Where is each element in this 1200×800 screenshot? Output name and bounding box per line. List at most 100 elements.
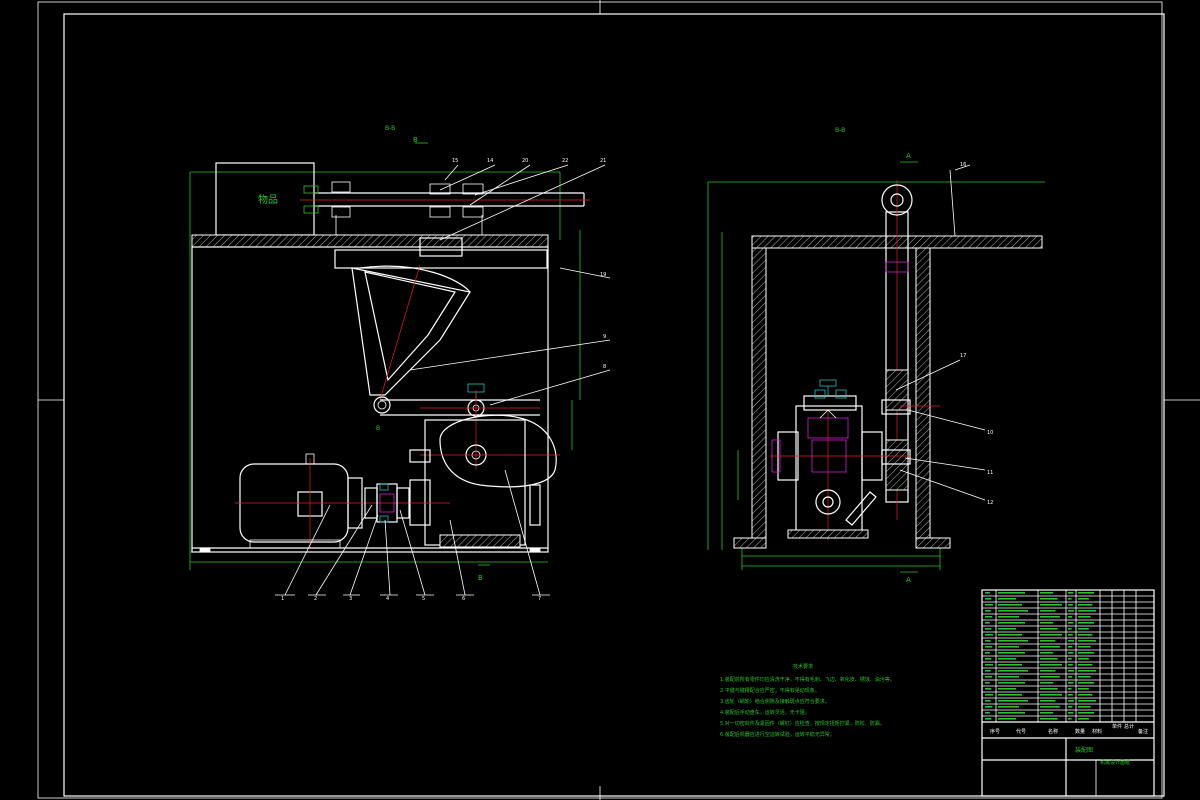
- bom-cell-text: [1078, 718, 1089, 720]
- main-view-label: B-B: [385, 125, 395, 132]
- bom-cell-text: [998, 634, 1022, 636]
- bom-cell-text: [998, 646, 1019, 648]
- bom-cell-text: [1078, 604, 1093, 606]
- bom-cell-text: [1068, 622, 1074, 624]
- bom-cell-text: [1068, 670, 1074, 672]
- bom-cell-text: [1068, 598, 1072, 600]
- bom-cell-text: [985, 622, 990, 624]
- bom-cell-text: [1068, 592, 1074, 594]
- bom-cell-text: [1040, 718, 1058, 720]
- bom-cell-text: [985, 664, 993, 666]
- bom-cell-text: [985, 676, 993, 678]
- bom-cell-text: [1068, 706, 1073, 708]
- bom-cell-text: [1040, 700, 1056, 702]
- callout-19: 19: [600, 272, 606, 278]
- bom-cell-text: [985, 682, 990, 684]
- bom-cell-text: [998, 700, 1028, 702]
- bom-cell-text: [985, 628, 992, 630]
- bom-cell-text: [998, 592, 1025, 594]
- header-code: 代号: [1016, 728, 1026, 735]
- callout-5: 5: [422, 596, 425, 602]
- callout-4: 4: [386, 596, 389, 602]
- bom-cell-text: [985, 670, 991, 672]
- bom-cell-text: [1040, 604, 1062, 606]
- bom-cell-text: [1078, 682, 1095, 684]
- bom-cell-text: [1068, 628, 1072, 630]
- bom-cell-text: [1068, 694, 1073, 696]
- company-name: 机械设计图纸: [1100, 759, 1130, 766]
- bom-cell-text: [1068, 634, 1073, 636]
- bom-cell-text: [1078, 706, 1091, 708]
- bom-cell-text: [1040, 652, 1054, 654]
- tech-title: 技术要求: [793, 663, 813, 670]
- tech-note-1: 1.装配前所有零件均应清洗干净，不得有毛刺、飞边、氧化皮、锈蚀、油污等。: [720, 676, 895, 683]
- bom-cell-text: [998, 598, 1016, 600]
- bom-cell-text: [1040, 646, 1060, 648]
- header-unit: 单件: [1112, 723, 1122, 730]
- callout-22: 22: [562, 158, 568, 164]
- callout-3: 3: [349, 596, 352, 602]
- bom-cell-text: [1078, 634, 1093, 636]
- callout-9: 9: [603, 334, 606, 340]
- bom-cell-text: [1040, 712, 1054, 714]
- bom-cell-text: [998, 682, 1025, 684]
- section-view: B-B A A 16 17 10 11 12: [707, 127, 1045, 584]
- bom-cell-text: [1078, 622, 1095, 624]
- bom-cell-text: [998, 712, 1025, 714]
- bom-cell-text: [1068, 652, 1074, 654]
- callout-16: 16: [960, 162, 966, 168]
- bom-cell-text: [1078, 610, 1096, 612]
- bom-cell-text: [1068, 640, 1074, 642]
- bom-cell-text: [1040, 670, 1056, 672]
- bom-cell-text: [1040, 610, 1056, 612]
- bom-cell-text: [998, 688, 1016, 690]
- bom-cell-text: [985, 640, 991, 642]
- bom-cell-text: [1078, 616, 1091, 618]
- bom-cell-text: [1078, 670, 1096, 672]
- bom-cell-text: [1068, 604, 1073, 606]
- tech-note-4: 4.装配后手动盘车，运转灵活，无卡阻。: [720, 709, 810, 716]
- bom-cell-text: [1040, 682, 1054, 684]
- bom-cell-text: [1068, 664, 1073, 666]
- bom-cell-text: [985, 592, 990, 594]
- bom-cell-text: [1068, 718, 1072, 720]
- bom-cell-text: [1078, 688, 1089, 690]
- bom-cell-text: [985, 616, 993, 618]
- tech-note-2: 2.平键与键槽配合应严密，不得有晃动现象。: [720, 687, 820, 694]
- bom-cell-text: [998, 622, 1025, 624]
- callout-1: 1: [281, 596, 284, 602]
- bom-cell-text: [985, 604, 993, 606]
- bom-cell-text: [985, 712, 990, 714]
- bom-cell-text: [1040, 664, 1062, 666]
- header-index: 序号: [990, 728, 1000, 735]
- bom-cell-text: [1040, 688, 1058, 690]
- bom-cell-text: [1078, 676, 1091, 678]
- bom-cell-text: [1068, 646, 1073, 648]
- bom-cell-text: [985, 598, 992, 600]
- callout-12: 12: [987, 500, 993, 506]
- bom-cell-text: [1040, 694, 1062, 696]
- bom-cell-text: [1068, 610, 1074, 612]
- bom-cell-text: [998, 706, 1019, 708]
- tech-note-5: 5.对一切密封件及紧固件（螺钉）应检查，按规定扭矩拧紧，防松、防漏。: [720, 720, 885, 727]
- bom-cell-text: [998, 604, 1022, 606]
- bom-cell-text: [985, 700, 991, 702]
- bom-cell-text: [1078, 658, 1089, 660]
- tech-note-3: 3.齿轮（蜗轮）啮合侧隙及接触斑点应符合要求。: [720, 698, 830, 705]
- bom-cell-text: [1068, 658, 1072, 660]
- bom-cell-text: [1078, 694, 1093, 696]
- callout-7: 7: [538, 596, 541, 602]
- bom-cell-text: [998, 670, 1028, 672]
- bom-cell-text: [1040, 628, 1058, 630]
- callout-15: 15: [452, 158, 458, 164]
- bom-cell-text: [985, 610, 991, 612]
- callout-6: 6: [462, 596, 465, 602]
- header-material: 材料: [1092, 728, 1102, 735]
- callout-10: 10: [987, 430, 993, 436]
- bom-cell-text: [1078, 712, 1095, 714]
- bom-cell-text: [998, 658, 1016, 660]
- bom-cell-text: [985, 646, 993, 648]
- bom-cell-text: [985, 688, 992, 690]
- bom-cell-text: [998, 652, 1025, 654]
- bom-cell-text: [1040, 634, 1062, 636]
